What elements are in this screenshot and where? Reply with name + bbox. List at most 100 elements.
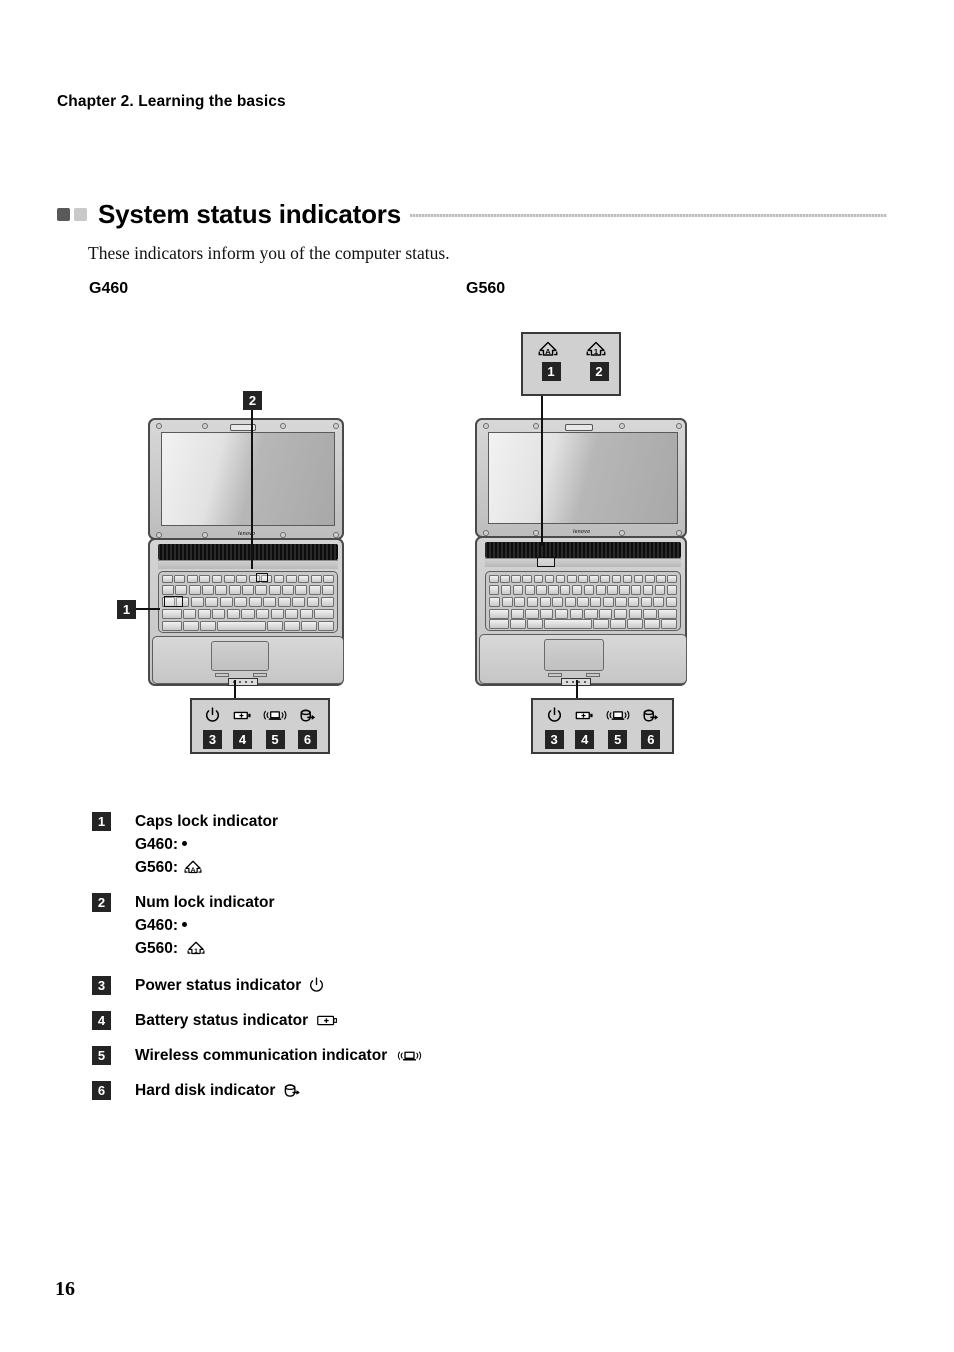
touchpad[interactable] — [211, 641, 269, 671]
num-lock-key-highlight — [256, 573, 268, 582]
lid-screw-icon — [156, 532, 162, 538]
status-led-strip — [561, 678, 591, 686]
callout-marker-4-g460: 4 — [233, 730, 252, 749]
wireless-icon — [606, 710, 630, 720]
hard-disk-icon — [285, 1084, 301, 1097]
indicator-cell-harddisk-g560: 6 — [641, 707, 661, 749]
callout-marker-2-g460: 2 — [243, 391, 262, 410]
laptop-screen — [488, 432, 678, 524]
battery-icon — [317, 1015, 338, 1026]
lid-screw-icon — [676, 423, 682, 429]
indicator-cell-battery-g560: 4 — [575, 707, 595, 749]
battery-icon — [575, 711, 593, 720]
battery-icon — [233, 711, 251, 720]
callout-marker-4-g560: 4 — [575, 730, 595, 749]
webcam-icon — [565, 423, 593, 431]
legend-sub-label: G560: — [135, 859, 179, 876]
lid-screw-icon — [202, 423, 208, 429]
indicator-legend-list: 1 Caps lock indicator G460: G560: A 2 Nu… — [92, 810, 892, 1108]
chapter-running-head: Chapter 2. Learning the basics — [57, 93, 286, 110]
palm-rest — [152, 636, 344, 684]
svg-text:A: A — [191, 866, 196, 873]
lid-screw-icon — [156, 423, 162, 429]
touchpad-right-button[interactable] — [253, 673, 267, 677]
legend-chip-5: 5 — [92, 1046, 111, 1065]
callout-leader-1-g460 — [136, 608, 160, 610]
callout-leader-2-g460 — [251, 410, 253, 569]
legend-sub-label: G560: — [135, 940, 179, 957]
legend-title: Wireless communication indicator — [135, 1044, 892, 1067]
palm-rest — [479, 634, 687, 684]
callout-panel-leader-g560 — [541, 396, 543, 546]
legend-label: Hard disk indicator — [135, 1082, 276, 1099]
legend-title: Caps lock indicator — [135, 810, 892, 833]
lid-screw-icon — [676, 530, 682, 536]
touchpad-left-button[interactable] — [215, 673, 229, 677]
hard-disk-icon — [300, 709, 315, 722]
caps-num-lock-indicator-highlight — [537, 557, 555, 567]
legend-sub-g460: G460: — [135, 833, 892, 856]
lid-screw-icon — [619, 423, 625, 429]
legend-title: Power status indicator — [135, 974, 892, 997]
callout-marker-6-g560: 6 — [641, 730, 661, 749]
callout-marker-1-g560: 1 — [541, 362, 561, 381]
legend-sub-label: G460: — [135, 917, 179, 934]
legend-sub-g460: G460: — [135, 914, 892, 937]
legend-chip-4: 4 — [92, 1011, 111, 1030]
callout-panel-g560: A 1 1 2 — [521, 332, 621, 396]
laptop-illustration-g460: lenovo — [148, 418, 344, 686]
legend-sub-label: G460: — [135, 836, 179, 853]
indicator-cell-harddisk-g460: 6 — [298, 707, 317, 749]
power-icon — [206, 707, 219, 722]
indicator-panel-leader-g460 — [234, 680, 236, 698]
indicator-panel-g460: 3 4 5 6 — [190, 698, 330, 754]
svg-text:1: 1 — [194, 947, 198, 954]
status-led-strip — [228, 678, 258, 686]
webcam-icon — [230, 423, 256, 431]
laptop-lid: lenovo — [475, 418, 687, 538]
callout-marker-5-g560: 5 — [608, 730, 628, 749]
legend-item-caps-lock: 1 Caps lock indicator G460: G560: A — [92, 810, 892, 879]
legend-item-hard-disk: 6 Hard disk indicator — [92, 1079, 892, 1102]
legend-title: Battery status indicator — [135, 1009, 892, 1032]
indicator-panel-g560: 3 4 5 6 — [531, 698, 674, 754]
caps-lock-key-highlight — [164, 596, 183, 607]
legend-chip-3: 3 — [92, 976, 111, 995]
touchpad[interactable] — [544, 639, 604, 671]
bullet-light-square — [74, 207, 87, 221]
indicator-cell-battery-g460: 4 — [233, 707, 252, 749]
callout-cell-caps-lock: A 1 — [537, 340, 565, 381]
hard-disk-icon — [643, 709, 658, 722]
function-indicator-row — [485, 558, 681, 567]
dot-icon — [182, 922, 188, 927]
wireless-icon — [263, 710, 287, 720]
lenovo-logo: lenovo — [573, 529, 591, 535]
lid-screw-icon — [333, 532, 339, 538]
lid-screw-icon — [333, 423, 339, 429]
lid-screw-icon — [533, 530, 539, 536]
lid-screw-icon — [483, 423, 489, 429]
caps-lock-icon: A — [184, 860, 202, 873]
legend-item-battery: 4 Battery status indicator — [92, 1009, 892, 1032]
svg-text:1: 1 — [594, 347, 598, 356]
legend-label: Power status indicator — [135, 977, 302, 994]
callout-marker-2-g560: 2 — [589, 362, 609, 381]
legend-sub-g560: G560: 1 — [135, 937, 892, 960]
laptop-illustration-g560: lenovo — [475, 418, 687, 686]
touchpad-left-button[interactable] — [548, 673, 562, 677]
lid-screw-icon — [619, 530, 625, 536]
keyboard — [485, 571, 681, 631]
legend-label: Wireless communication indicator — [135, 1047, 388, 1064]
legend-title: Num lock indicator — [135, 891, 892, 914]
indicator-cell-wireless-g560: 5 — [606, 707, 630, 749]
touchpad-right-button[interactable] — [586, 673, 600, 677]
heading-rule — [409, 214, 887, 217]
caps-lock-icon: A — [538, 341, 558, 356]
legend-chip-2: 2 — [92, 893, 111, 912]
lid-screw-icon — [280, 423, 286, 429]
laptop-screen — [161, 432, 335, 526]
laptop-lid: lenovo — [148, 418, 344, 540]
callout-marker-3-g460: 3 — [203, 730, 222, 749]
callout-marker-1-g460: 1 — [117, 600, 136, 619]
dot-icon — [182, 841, 188, 846]
